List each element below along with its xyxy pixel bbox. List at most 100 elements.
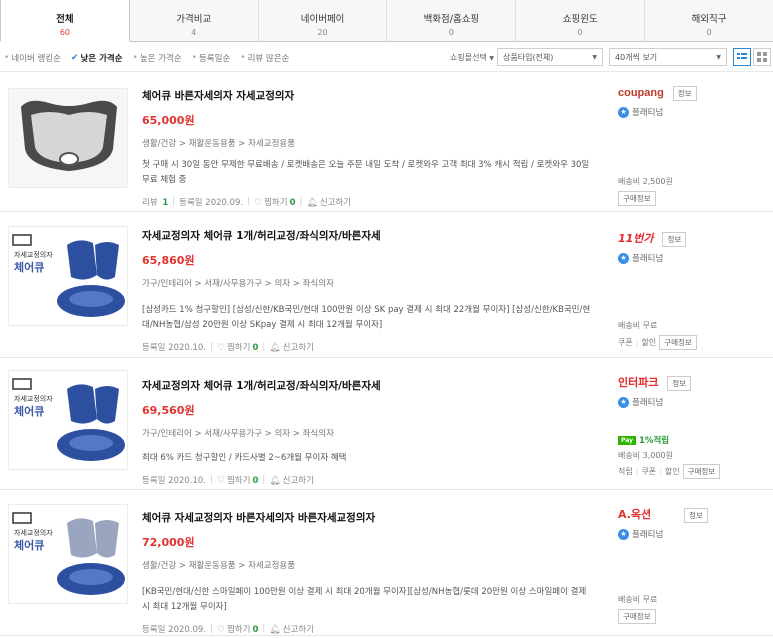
product-title[interactable]: 체어큐 자세교정의자 바른자세의자 바른자세교정의자 <box>142 510 592 525</box>
seller-grade: ★ 플래티넘 <box>618 396 768 408</box>
reg-date: 등록일 2020.09. <box>142 625 207 635</box>
tab-label: 쇼핑윈도 <box>562 14 598 25</box>
wish-button[interactable]: ♡ 찜하기 0 <box>217 474 258 486</box>
per-page-select[interactable]: 40개씩 보기 ▼ <box>609 48 727 66</box>
tab-naver-pay[interactable]: 네이버페이 20 <box>258 0 388 41</box>
buy-info-label: 구매정보 <box>618 191 656 206</box>
product-info: 자세교정의자 체어큐 1개/허리교정/좌식의자/바른자세 69,560원 가구/… <box>142 378 592 486</box>
mall-select-label: 쇼핑몰선택 <box>450 52 487 62</box>
filters: 쇼핑몰선택 ▼ 상품타입(전체) ▼ 40개씩 보기 ▼ <box>450 48 773 66</box>
product-category[interactable]: 가구/인테리어 > 서재/사무용가구 > 의자 > 좌식의자 <box>142 277 592 289</box>
buy-info-label: 구매정보 <box>618 609 656 624</box>
point-label: 1%적립 <box>639 436 670 446</box>
npay-point: Pay 1%적립 <box>618 434 669 446</box>
product-description: [삼성카드 1% 청구할인] [삼성/신한/KB국민/현대 100만원 이상 S… <box>142 305 591 330</box>
report-button[interactable]: 🔔︎ 신고하기 <box>306 196 351 208</box>
point-link[interactable]: 적립 <box>618 466 633 477</box>
shipping-fee: 배송비 무료 <box>618 595 658 604</box>
seller-grade: ★ 플래티넘 <box>618 252 768 264</box>
shipping-fee: 배송비 무료 <box>618 321 658 330</box>
list-view-button[interactable] <box>733 48 751 66</box>
product-item: 체어큐 바른자세의자 자세교정의자 65,000원 생활/건강 > 재활운동용품… <box>0 74 773 212</box>
product-image[interactable]: 자세교정의자 체어큐 <box>8 370 128 470</box>
product-image[interactable]: 자세교정의자 체어큐 <box>8 504 128 604</box>
wish-count: 0 <box>252 476 259 486</box>
divider: | <box>635 338 639 347</box>
product-image[interactable] <box>8 88 128 188</box>
medal-icon: ★ <box>618 528 629 540</box>
wish-button[interactable]: ♡ 찜하기 0 <box>217 623 258 635</box>
product-title[interactable]: 체어큐 바른자세의자 자세교정의자 <box>142 88 592 103</box>
tab-department-store[interactable]: 백화점/홈쇼핑 0 <box>387 0 517 41</box>
check-icon: ✔ <box>70 52 79 63</box>
product-description: [KB국민/현대/신한 스마일페이 100만원 이상 결제 시 최대 20개월 … <box>142 587 587 612</box>
grade-label: 플래티넘 <box>632 254 664 264</box>
report-label: 신고하기 <box>282 343 314 353</box>
discount-link[interactable]: 할인 <box>665 466 680 477</box>
wish-button[interactable]: ♡ 찜하기 0 <box>254 196 295 208</box>
divider: | <box>210 342 213 352</box>
seller-grade: ★ 플래티넘 <box>618 528 768 540</box>
thumb-brand-name: 체어큐 <box>14 538 44 552</box>
product-category[interactable]: 생활/건강 > 재활운동용품 > 자세교정용품 <box>142 559 592 571</box>
tab-label: 네이버페이 <box>300 14 345 25</box>
seller-info-button[interactable]: 정보 <box>662 232 687 247</box>
wish-button[interactable]: ♡ 찜하기 0 <box>217 341 258 353</box>
seller-info-button[interactable]: 정보 <box>667 376 692 391</box>
seller-info-button[interactable]: 정보 <box>684 508 708 523</box>
divider: | <box>172 197 176 207</box>
coupon-link[interactable]: 쿠폰 <box>641 466 656 477</box>
medal-icon: ★ <box>618 396 629 408</box>
report-label: 신고하기 <box>282 476 314 486</box>
sort-label: 리뷰 많은순 <box>247 53 290 64</box>
shipping-fee: 배송비 3,000원 <box>618 451 673 460</box>
product-title[interactable]: 자세교정의자 체어큐 1개/허리교정/좌식의자/바른자세 <box>142 378 592 393</box>
product-meta: 리뷰 1 | 등록일 2020.09. | ♡ 찜하기 0 | 🔔︎ 신고하기 <box>142 196 592 208</box>
mall-select[interactable]: 쇼핑몰선택 ▼ <box>450 52 494 63</box>
product-type-select[interactable]: 상품타입(전체) ▼ <box>497 48 603 66</box>
product-image[interactable]: 자세교정의자 체어큐 <box>8 226 128 326</box>
seller-logo[interactable]: 11번가 <box>618 230 654 246</box>
report-button[interactable]: 🔔︎ 신고하기 <box>269 623 314 635</box>
select-value: 40개씩 보기 <box>615 52 658 62</box>
product-info: 체어큐 자세교정의자 바른자세의자 바른자세교정의자 72,000원 생활/건강… <box>142 510 592 635</box>
grid-view-button[interactable] <box>753 48 771 66</box>
product-title[interactable]: 자세교정의자 체어큐 1개/허리교정/좌식의자/바른자세 <box>142 228 592 243</box>
tab-all[interactable]: 전체 60 <box>0 0 130 42</box>
review-link[interactable]: 리뷰 1 <box>142 196 168 208</box>
discount-link[interactable]: 할인 <box>641 337 656 348</box>
coupon-link[interactable]: 쿠폰 <box>618 337 633 348</box>
report-button[interactable]: 🔔︎ 신고하기 <box>269 474 314 486</box>
buy-info-button[interactable]: 구매정보 <box>659 335 697 350</box>
tab-price-compare[interactable]: 가격비교 4 <box>129 0 259 41</box>
sort-low-price[interactable]: ✔ 낮은 가격순 <box>71 52 123 64</box>
thumb-brand-text: 자세교정의자 <box>14 528 53 537</box>
seller-info-button[interactable]: 정보 <box>672 86 697 101</box>
sort-high-price[interactable]: • 높은 가격순 <box>133 52 182 64</box>
tab-shopping-window[interactable]: 쇼핑윈도 0 <box>516 0 646 41</box>
product-description: 최대 6% 카드 청구할인 / 카드사별 2~6개월 무이자 혜택 <box>142 453 347 463</box>
heart-icon: ♡ <box>216 625 225 635</box>
product-price: 65,860원 <box>142 254 195 267</box>
medal-icon: ★ <box>618 106 629 118</box>
select-value: 상품타입(전체) <box>503 52 554 62</box>
tab-count: 0 <box>577 28 583 37</box>
seller-logo[interactable]: coupang <box>618 87 664 99</box>
sort-reviews[interactable]: • 리뷰 많은순 <box>240 52 289 64</box>
product-meta: 등록일 2020.09. | ♡ 찜하기 0 | 🔔︎ 신고하기 <box>142 623 592 635</box>
sort-ranking[interactable]: • 네이버 랭킹순 <box>4 52 61 64</box>
seller-logo[interactable]: A.옥션 <box>618 506 651 522</box>
seller-logo[interactable]: 인터파크 <box>618 374 658 390</box>
wish-label: 찜하기 <box>226 476 251 486</box>
tab-label: 가격비교 <box>176 14 212 25</box>
sort-reg-date[interactable]: • 등록일순 <box>192 52 231 64</box>
sort-label: 등록일순 <box>198 53 231 64</box>
buy-info-button[interactable]: 구매정보 <box>618 191 656 206</box>
buy-info-button[interactable]: 구매정보 <box>618 609 656 624</box>
buy-info-button[interactable]: 구매정보 <box>682 464 721 479</box>
report-button[interactable]: 🔔︎ 신고하기 <box>269 341 314 353</box>
tab-label: 백화점/홈쇼핑 <box>423 14 480 25</box>
tab-overseas[interactable]: 해외직구 0 <box>645 0 773 41</box>
product-category[interactable]: 가구/인테리어 > 서재/사무용가구 > 의자 > 좌식의자 <box>142 427 592 439</box>
product-category[interactable]: 생활/건강 > 재활운동용품 > 자세교정용품 <box>142 137 592 149</box>
